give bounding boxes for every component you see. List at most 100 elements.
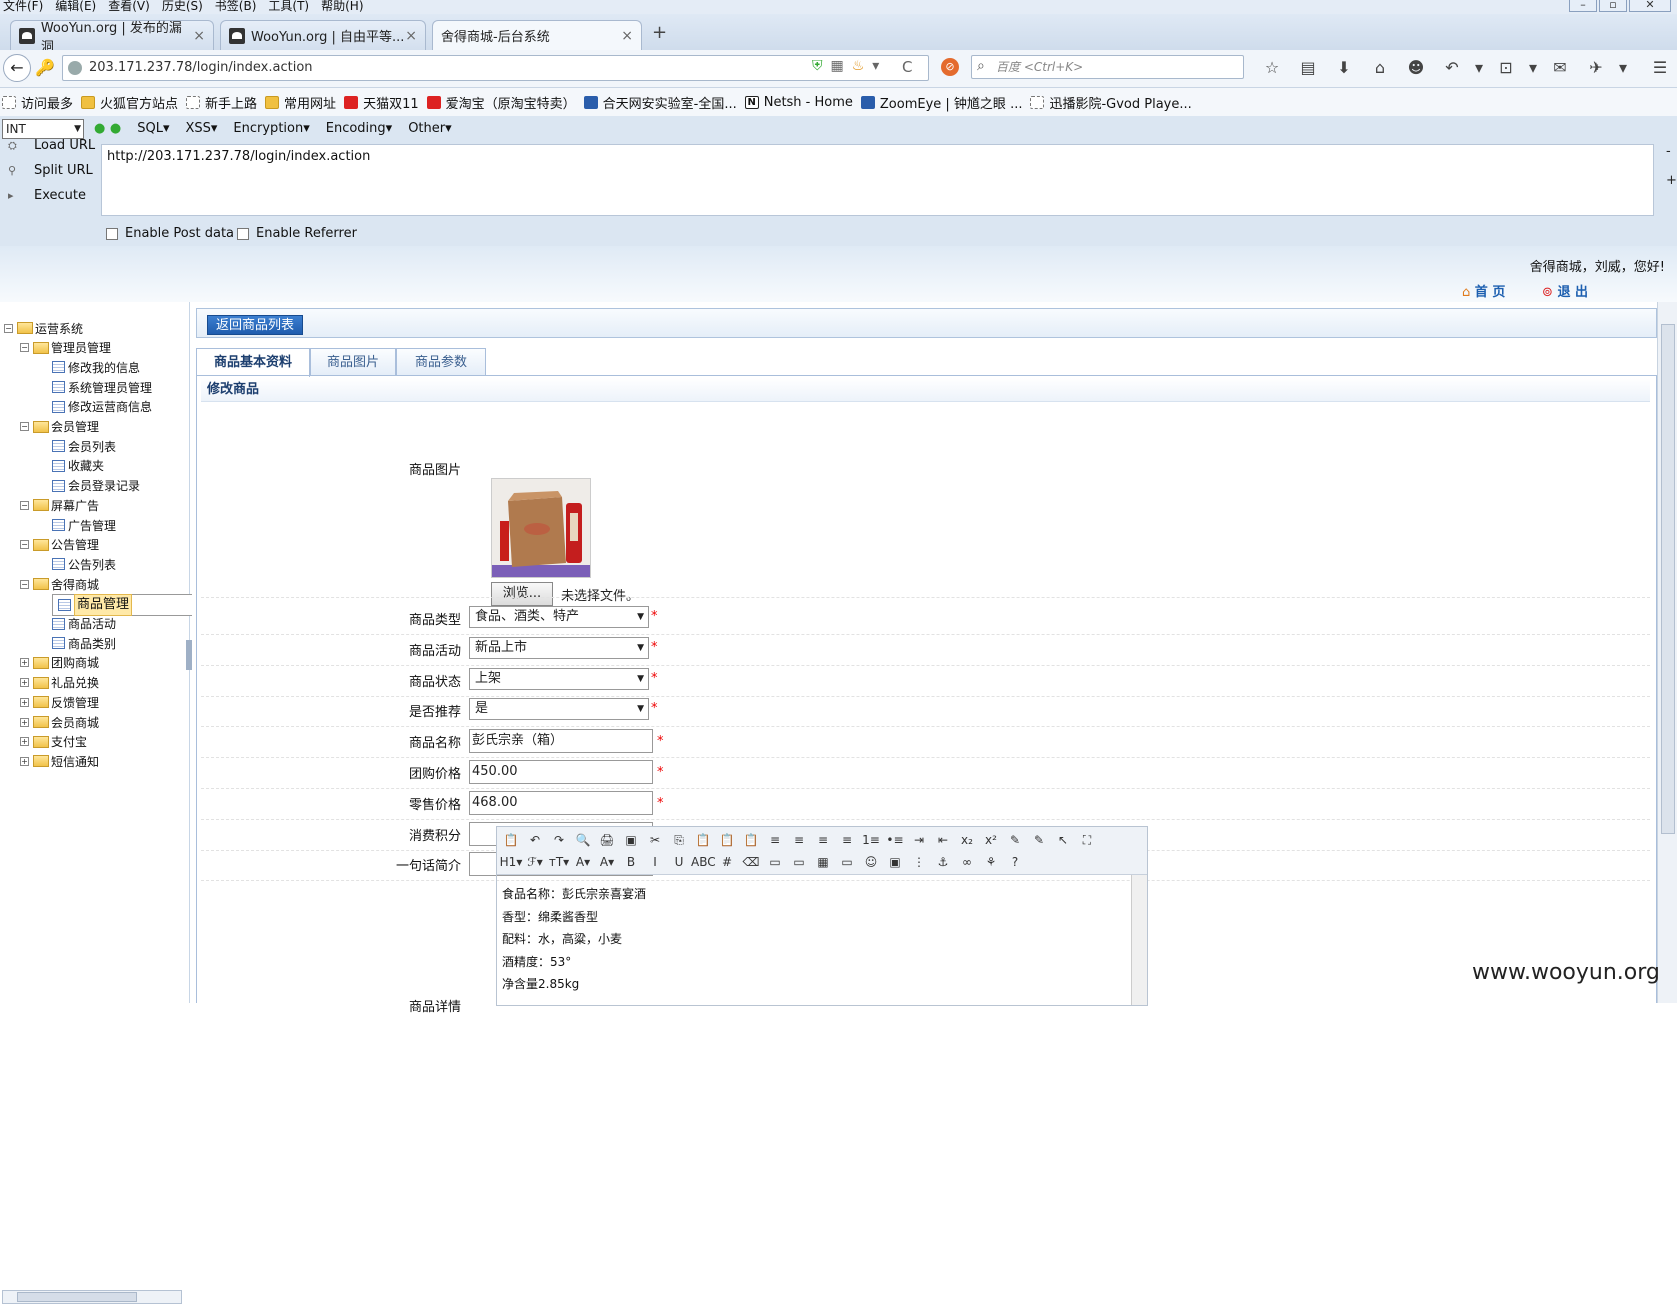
tree-node[interactable]: 广告管理 xyxy=(52,515,116,535)
tab-product-images[interactable]: 商品图片 xyxy=(310,348,396,376)
tree-node[interactable]: 收藏夹 xyxy=(52,456,104,476)
extension-icon[interactable]: ✈ xyxy=(1578,56,1614,80)
bookmark-item[interactable]: 天猫双11 xyxy=(344,93,419,112)
editor-tool-icon[interactable]: •≡ xyxy=(883,830,907,850)
expand-button[interactable]: + xyxy=(1666,173,1677,188)
encoding-menu[interactable]: Encoding▾ xyxy=(326,121,392,136)
tree-node[interactable]: 系统管理员管理 xyxy=(52,377,152,397)
bookmark-item[interactable]: 新手上路 xyxy=(186,93,257,112)
editor-tool-icon[interactable]: ⚓ xyxy=(931,852,955,872)
key-icon[interactable]: 🔑 xyxy=(34,58,56,80)
editor-tool-icon[interactable]: A▾ xyxy=(571,852,595,872)
editor-tool-icon[interactable]: x₂ xyxy=(955,830,979,850)
tab-close-icon[interactable]: × xyxy=(621,28,633,44)
editor-tool-icon[interactable]: ↖ xyxy=(1051,830,1075,850)
editor-tool-icon[interactable]: тT▾ xyxy=(547,852,571,872)
expand-collapse-icon[interactable]: + xyxy=(20,697,29,707)
editor-tool-icon[interactable]: ⛶ xyxy=(1075,830,1099,850)
expand-collapse-icon[interactable]: + xyxy=(20,756,29,766)
expand-collapse-icon[interactable]: − xyxy=(20,422,29,431)
other-menu[interactable]: Other▾ xyxy=(408,121,451,136)
editor-tool-icon[interactable]: ≡ xyxy=(763,830,787,850)
editor-tool-icon[interactable]: ⚘ xyxy=(979,852,1003,872)
bookmark-item[interactable]: 迅播影院-Gvod Playe... xyxy=(1030,93,1192,112)
tab-close-icon[interactable]: × xyxy=(405,28,417,44)
editor-tool-icon[interactable]: ABC xyxy=(691,852,716,872)
dropdown-arrow-icon[interactable]: ▾ xyxy=(1470,56,1488,80)
editor-tool-icon[interactable]: 🖨 xyxy=(595,830,619,850)
search-input[interactable]: ⌕ 百度 <Ctrl+K> xyxy=(971,55,1244,79)
minimize-button[interactable]: – xyxy=(1569,0,1597,12)
editor-tool-icon[interactable]: 📋 xyxy=(715,830,739,850)
bookmark-item[interactable]: 爱淘宝（原淘宝特卖） xyxy=(426,93,576,112)
editor-tool-icon[interactable]: ℱ▾ xyxy=(523,852,547,872)
address-bar[interactable]: 203.171.237.78/login/index.action xyxy=(62,55,929,81)
menu-item[interactable]: 历史(S) xyxy=(162,0,203,13)
tree-node[interactable]: + 礼品兑换 xyxy=(20,673,99,693)
bookmark-item[interactable]: N Netsh - Home xyxy=(744,95,853,110)
menu-item[interactable]: 查看(V) xyxy=(108,0,150,13)
field-select[interactable]: 上架 ▼ xyxy=(469,667,649,690)
expand-collapse-icon[interactable]: + xyxy=(20,678,29,688)
tree-node[interactable]: + 团购商城 xyxy=(20,653,99,673)
expand-collapse-icon[interactable]: − xyxy=(4,323,13,333)
tree-node[interactable]: 会员登录记录 xyxy=(52,476,140,496)
editor-tool-icon[interactable]: U xyxy=(667,852,691,872)
tab-close-icon[interactable]: × xyxy=(193,28,205,44)
editor-body[interactable]: 食品名称：彭氏宗亲喜宴酒 香型：绵柔酱香型 配料：水，高粱，小麦 酒精度：53° 净含量… xyxy=(497,875,1131,1005)
adblock-icon[interactable]: ⊘ xyxy=(941,58,959,76)
editor-tool-icon[interactable]: A▾ xyxy=(595,852,619,872)
split-url-button[interactable]: ⚲ Split URL xyxy=(8,163,93,178)
field-select[interactable]: 是 ▼ xyxy=(469,698,649,721)
new-tab-button[interactable]: + xyxy=(652,22,667,43)
editor-tool-icon[interactable]: ∞ xyxy=(955,852,979,872)
editor-tool-icon[interactable]: ✎ xyxy=(1027,830,1051,850)
expand-collapse-icon[interactable]: − xyxy=(20,343,29,353)
tree-node[interactable]: + 支付宝 xyxy=(20,732,87,752)
toggle-icon[interactable]: ● ● xyxy=(94,121,121,136)
tree-node[interactable]: − 运营系统 xyxy=(4,318,83,338)
tab-wooyun-free[interactable]: WooYun.org | 自由平等... × xyxy=(220,20,426,50)
enable-referrer-checkbox[interactable]: Enable Referrer xyxy=(237,226,357,241)
bookmark-item[interactable]: ZoomEye | 钟馗之眼 ... xyxy=(860,93,1022,112)
editor-tool-icon[interactable]: ⌫ xyxy=(739,852,763,872)
scroll-thumb[interactable] xyxy=(1661,324,1675,834)
tree-node[interactable]: 会员列表 xyxy=(52,436,116,456)
menu-item[interactable]: 帮助(H) xyxy=(321,0,363,13)
editor-tool-icon[interactable]: ? xyxy=(1003,852,1027,872)
editor-tool-icon[interactable]: ⎘ xyxy=(667,830,691,850)
field-input[interactable]: 468.00 xyxy=(469,790,653,815)
editor-tool-icon[interactable]: ▭ xyxy=(787,852,811,872)
back-button[interactable]: ← xyxy=(3,54,31,82)
expand-collapse-icon[interactable]: + xyxy=(20,717,29,727)
scroll-thumb[interactable] xyxy=(17,1292,137,1302)
editor-tool-icon[interactable]: ▦ xyxy=(811,852,835,872)
tree-node[interactable]: − 舍得商城 xyxy=(20,574,99,594)
tab-basic-info[interactable]: 商品基本资料 xyxy=(196,348,310,377)
editor-tool-icon[interactable]: I xyxy=(643,852,667,872)
tree-node[interactable]: − 管理员管理 xyxy=(20,338,111,358)
editor-tool-icon[interactable]: ⋮ xyxy=(907,852,931,872)
back-to-list-button[interactable]: 返回商品列表 xyxy=(207,315,304,335)
editor-scrollbar[interactable] xyxy=(1131,875,1147,1005)
enable-post-checkbox[interactable]: Enable Post data xyxy=(106,226,234,241)
editor-tool-icon[interactable]: ✎ xyxy=(1003,830,1027,850)
tree-node[interactable]: − 屏幕广告 xyxy=(20,495,99,515)
expand-collapse-icon[interactable]: − xyxy=(20,579,29,589)
editor-tool-icon[interactable]: # xyxy=(715,852,739,872)
editor-tool-icon[interactable]: ↶ xyxy=(523,830,547,850)
field-select[interactable]: 新品上市 ▼ xyxy=(469,636,649,659)
download-icon[interactable]: ⬇ xyxy=(1326,56,1362,80)
execute-button[interactable]: ▸ Execute xyxy=(8,188,86,203)
dropdown-arrow-icon[interactable]: ▾ xyxy=(1614,56,1632,80)
qr-code-icon[interactable]: ▦ xyxy=(831,58,844,74)
tree-node[interactable]: + 会员商城 xyxy=(20,712,99,732)
field-input[interactable]: 450.00 xyxy=(469,760,653,784)
menu-icon[interactable]: ☰ xyxy=(1642,56,1677,80)
load-url-button[interactable]: ⛭ Load URL xyxy=(8,138,95,153)
tab-product-params[interactable]: 商品参数 xyxy=(396,348,486,376)
horizontal-scrollbar[interactable] xyxy=(2,1290,182,1304)
tree-node[interactable]: − 公告管理 xyxy=(20,535,99,555)
editor-tool-icon[interactable]: ≡ xyxy=(835,830,859,850)
expand-collapse-icon[interactable]: − xyxy=(20,500,29,510)
